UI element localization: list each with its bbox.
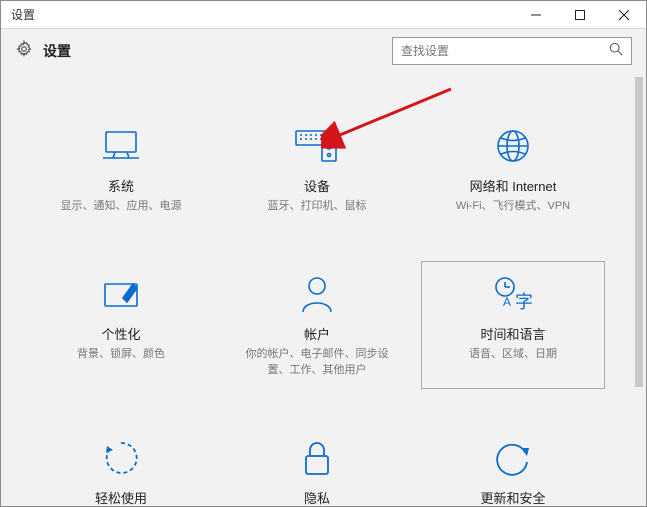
system-icon <box>99 124 143 168</box>
svg-text:字: 字 <box>515 292 533 312</box>
tile-title: 设备 <box>304 176 330 195</box>
tile-desc: 你的帐户、电子邮件、同步设置、工作、其他用户 <box>242 347 392 378</box>
close-icon <box>619 10 629 20</box>
window-controls <box>514 1 646 29</box>
tile-update-security[interactable]: 更新和安全 <box>421 425 605 506</box>
tile-accounts[interactable]: 帐户 你的帐户、电子邮件、同步设置、工作、其他用户 <box>225 261 409 389</box>
tile-personalization[interactable]: 个性化 背景、锁屏、颜色 <box>29 261 213 389</box>
tile-title: 网络和 Internet <box>470 176 557 195</box>
privacy-icon <box>300 436 334 480</box>
search-icon <box>609 42 623 61</box>
network-icon <box>493 124 533 168</box>
tile-desc: 显示、通知、应用、电源 <box>61 199 182 214</box>
tile-network[interactable]: 网络和 Internet Wi-Fi、飞行模式、VPN <box>421 113 605 225</box>
window-title: 设置 <box>1 6 35 23</box>
personalization-icon <box>99 272 143 316</box>
settings-grid: 系统 显示、通知、应用、电源 设备 蓝牙、打印机、鼠标 <box>1 73 633 506</box>
header: 设置 <box>1 29 646 73</box>
content-area: 系统 显示、通知、应用、电源 设备 蓝牙、打印机、鼠标 <box>1 73 633 506</box>
devices-icon <box>292 124 342 168</box>
search-input[interactable] <box>401 44 609 58</box>
tile-title: 轻松使用 <box>95 488 147 506</box>
tile-ease-of-access[interactable]: 轻松使用 <box>29 425 213 506</box>
update-icon <box>493 436 533 480</box>
settings-window: 设置 设置 <box>0 0 647 507</box>
tile-title: 帐户 <box>304 324 330 343</box>
tile-desc: Wi-Fi、飞行模式、VPN <box>456 199 570 214</box>
tile-devices[interactable]: 设备 蓝牙、打印机、鼠标 <box>225 113 409 225</box>
tile-system[interactable]: 系统 显示、通知、应用、电源 <box>29 113 213 225</box>
tile-title: 隐私 <box>304 488 330 506</box>
minimize-icon <box>531 10 541 20</box>
tile-time-language[interactable]: 字 A 时间和语言 语音、区域、日期 <box>421 261 605 389</box>
tile-title: 更新和安全 <box>480 488 545 506</box>
tile-title: 系统 <box>108 176 134 195</box>
page-title: 设置 <box>43 41 71 61</box>
close-button[interactable] <box>602 1 646 29</box>
svg-text:A: A <box>503 295 511 309</box>
time-language-icon: 字 A <box>491 272 535 316</box>
ease-of-access-icon <box>101 436 141 480</box>
maximize-icon <box>575 10 585 20</box>
accounts-icon <box>299 272 335 316</box>
tile-desc: 语音、区域、日期 <box>469 347 557 362</box>
vertical-scrollbar[interactable] <box>633 73 645 505</box>
scroll-thumb[interactable] <box>635 77 643 387</box>
maximize-button[interactable] <box>558 1 602 29</box>
titlebar: 设置 <box>1 1 646 29</box>
gear-icon <box>15 40 33 63</box>
tile-title: 时间和语言 <box>480 324 545 343</box>
tile-privacy[interactable]: 隐私 <box>225 425 409 506</box>
search-box[interactable] <box>392 37 632 65</box>
minimize-button[interactable] <box>514 1 558 29</box>
tile-desc: 背景、锁屏、颜色 <box>77 347 165 362</box>
tile-title: 个性化 <box>101 324 140 343</box>
tile-desc: 蓝牙、打印机、鼠标 <box>268 199 367 214</box>
